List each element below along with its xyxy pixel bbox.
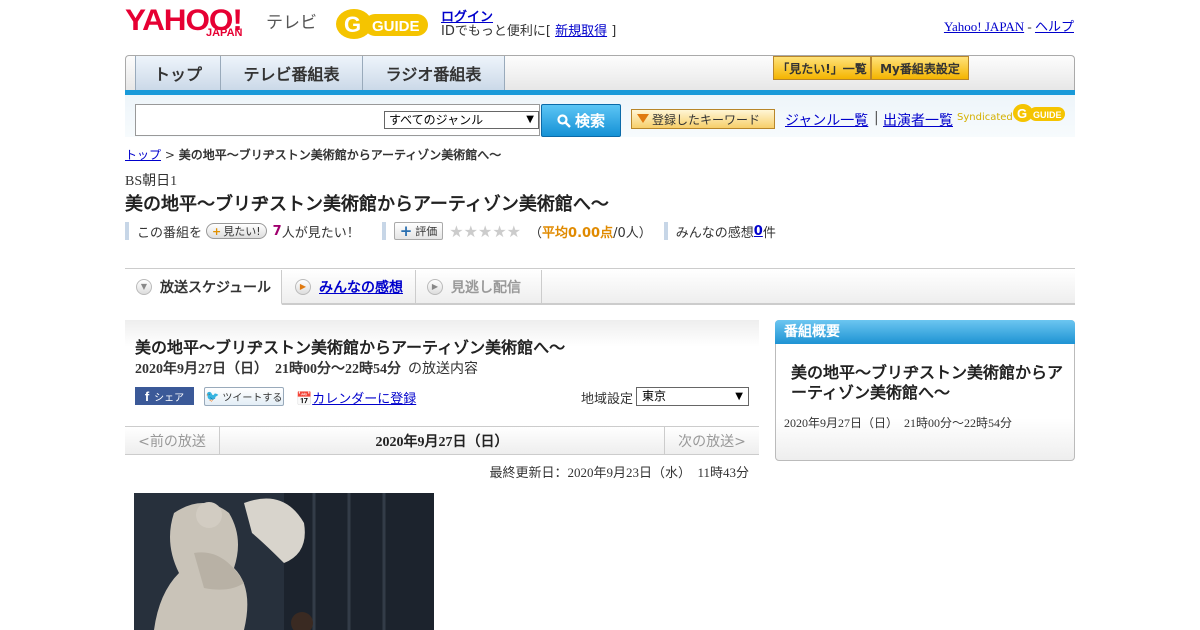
svg-text:GUIDE: GUIDE [372, 18, 420, 35]
comments-count-link[interactable]: 0 [754, 224, 763, 239]
rating-average: 平均0.00点 [542, 225, 614, 241]
header-links: Yahoo! JAPAN - ヘルプ [944, 16, 1074, 35]
link-separator: | [874, 110, 879, 126]
tab-catchup[interactable]: ▶ 見逃し配信 [417, 270, 542, 303]
nav-tab-tv-schedule[interactable]: テレビ番組表 [221, 56, 363, 90]
chevron-down-icon: ▼ [735, 391, 743, 402]
facebook-share-label: シェア [154, 392, 185, 404]
rating-count: /0人） [613, 225, 652, 241]
header-links-separator: - [1024, 19, 1035, 34]
saved-keywords-label: 登録したキーワード [652, 112, 761, 127]
chevron-right-icon: ▶ [427, 278, 443, 295]
prev-broadcast-button[interactable]: <前の放送 [125, 426, 220, 455]
plus-icon: + [212, 224, 222, 238]
page-title: 美の地平～ブリヂストン美術館からアーティゾン美術館へ～ [125, 194, 609, 215]
want-to-watch-label: 見たい! [223, 225, 261, 238]
tweet-button[interactable]: 🐦 ツイートする [204, 387, 284, 406]
calendar-icon: 📅 [296, 392, 313, 407]
divider [663, 222, 668, 240]
login-note-prefix: IDでもっと便利に[ [441, 24, 551, 39]
help-link[interactable]: ヘルプ [1035, 19, 1074, 34]
my-schedule-settings-button[interactable]: My番組表設定 [871, 56, 969, 80]
broadcast-datetime-value: 2020年9月27日（日） 21時00分～22時54分 [135, 362, 401, 377]
facebook-share-button[interactable]: f シェア [135, 387, 194, 405]
rating-prefix: （ [529, 225, 543, 241]
twitter-bird-icon: 🐦 [205, 390, 220, 403]
program-info-row: この番組を + 見たい! 7 人が見たい！ + 評価 ★★★★★ （平均0.00点/0… [125, 221, 776, 241]
current-broadcast-date: 2020年9月27日（日） [375, 434, 509, 450]
chevron-down-icon: ▼ [136, 278, 152, 295]
program-photo [134, 493, 434, 630]
program-summary-heading: 番組概要 [775, 320, 1075, 344]
facebook-icon: f [144, 388, 150, 404]
nav-tab-radio-schedule[interactable]: ラジオ番組表 [363, 56, 505, 90]
syndicated-gguide-logo: G GUIDE [1013, 104, 1065, 122]
breadcrumb: トップ > 美の地平～ブリヂストン美術館からアーティゾン美術館へ～ [125, 146, 501, 163]
region-label: 地域設定 [581, 392, 634, 407]
calendar-register[interactable]: 📅カレンダーに登録 [296, 388, 416, 407]
svg-text:G: G [344, 12, 361, 37]
genre-select[interactable]: すべてのジャンル ▼ [384, 111, 539, 129]
broadcast-title: 美の地平～ブリヂストン美術館からアーティゾン美術館へ～ [135, 338, 566, 357]
tv-logo-text: テレビ [266, 13, 317, 33]
breadcrumb-current: 美の地平～ブリヂストン美術館からアーティゾン美術館へ～ [178, 148, 502, 162]
want-suffix: 人が見たい！ [281, 225, 360, 241]
want-prefix: この番組を [137, 225, 203, 241]
breadcrumb-separator: > [161, 148, 179, 162]
comments-suffix: 件 [762, 225, 776, 241]
tab-comments-label: みんなの感想 [319, 279, 403, 296]
login-note: IDでもっと便利に[ 新規取得 ] [441, 20, 616, 39]
dropdown-triangle-icon [637, 114, 649, 123]
gguide-logo[interactable]: G GUIDE [334, 6, 432, 42]
program-tabs: ▼ 放送スケジュール ▶ みんなの感想 ▶ 見逃し配信 [125, 270, 1075, 305]
plus-icon: + [399, 222, 413, 240]
tab-schedule[interactable]: ▼ 放送スケジュール [125, 270, 282, 305]
syndicated-label: Syndicated [957, 112, 1013, 123]
want-to-watch-button[interactable]: + 見たい! [206, 223, 267, 239]
program-summary-title: 美の地平～ブリヂストン美術館からアーティゾン美術館へ～ [791, 363, 1064, 402]
search-icon [557, 113, 571, 128]
tweet-label: ツイートする [222, 393, 283, 404]
svg-text:GUIDE: GUIDE [1033, 110, 1062, 120]
station-name: BS朝日1 [125, 174, 178, 189]
rate-button[interactable]: + 評価 [393, 222, 444, 240]
divider [125, 222, 129, 240]
broadcast-datetime: 2020年9月27日（日） 21時00分～22時54分 の放送内容 [135, 358, 478, 378]
next-broadcast-button[interactable]: 次の放送> [664, 426, 759, 455]
saved-keywords-button[interactable]: 登録したキーワード [631, 109, 775, 129]
rate-button-label: 評価 [415, 225, 438, 238]
last-updated: 最終更新日：2020年9月23日（水） 11時43分 [489, 465, 749, 480]
calendar-register-link[interactable]: カレンダーに登録 [312, 392, 416, 407]
broadcast-datetime-suffix: の放送内容 [408, 362, 478, 377]
search-button-label: 検索 [574, 112, 605, 130]
want-list-button[interactable]: 「見たい!」一覧 [773, 56, 871, 80]
want-count: 7 [272, 223, 282, 239]
tab-catchup-label: 見逃し配信 [451, 279, 521, 296]
login-note-suffix: ] [611, 24, 617, 39]
cast-list-link[interactable]: 出演者一覧 [883, 110, 953, 130]
nav-tab-top[interactable]: トップ [135, 56, 221, 90]
divider [381, 222, 386, 240]
region-select[interactable]: 東京 ▼ [636, 387, 749, 406]
search-button[interactable]: 検索 [541, 104, 621, 137]
tab-schedule-label: 放送スケジュール [160, 279, 272, 296]
yahoo-japan-logo-text: JAPAN [206, 27, 243, 39]
comments-prefix: みんなの感想 [675, 225, 754, 241]
chevron-down-icon: ▼ [526, 114, 534, 125]
genre-select-value: すべてのジャンル [389, 113, 484, 127]
chevron-right-icon: ▶ [295, 278, 311, 295]
signup-link[interactable]: 新規取得 [555, 24, 607, 39]
region-select-value: 東京 [642, 389, 667, 403]
svg-text:G: G [1017, 106, 1027, 121]
genre-list-link[interactable]: ジャンル一覧 [785, 110, 868, 130]
yahoo-japan-link[interactable]: Yahoo! JAPAN [944, 19, 1024, 34]
tab-comments[interactable]: ▶ みんなの感想 [283, 270, 416, 303]
main-nav: トップ テレビ番組表 ラジオ番組表 「見たい!」一覧 My番組表設定 [125, 55, 1075, 90]
breadcrumb-home-link[interactable]: トップ [125, 148, 161, 162]
tabs-top-border [125, 268, 1075, 269]
rating-stars: ★★★★★ [449, 221, 522, 241]
program-summary-datetime: 2020年9月27日（日） 21時00分～22時54分 [784, 416, 1013, 430]
